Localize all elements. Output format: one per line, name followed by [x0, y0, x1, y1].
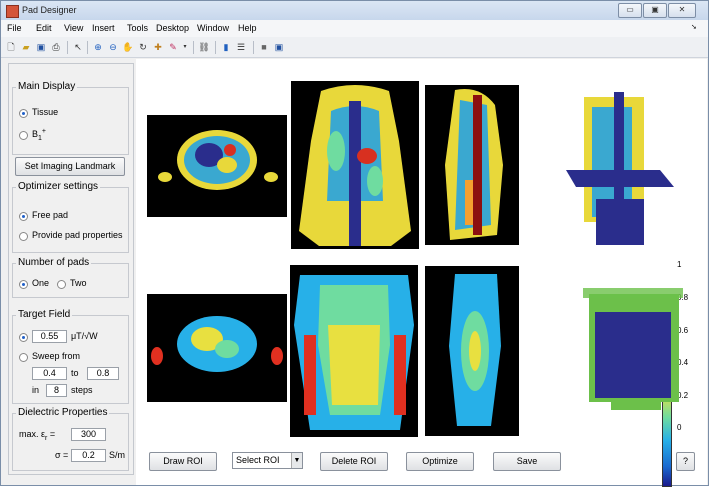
coronal-b1-map[interactable] — [290, 265, 418, 437]
colorbar-tick-0: 0 — [677, 423, 682, 432]
new-figure-icon[interactable]: 🗋 — [5, 41, 17, 53]
menu-window[interactable]: Window — [197, 23, 229, 33]
number-of-pads-title: Number of pads — [16, 257, 92, 268]
menu-view[interactable]: View — [64, 23, 83, 33]
target-field-group: Target Field 0.55 μT/√W Sweep from 0.4 t… — [12, 309, 129, 404]
axial-tissue-image[interactable] — [147, 115, 287, 217]
sweep-from-label: Sweep from — [32, 351, 81, 361]
menu-desktop[interactable]: Desktop — [156, 23, 189, 33]
optimize-button[interactable]: Optimize — [406, 452, 474, 471]
two-pads-radio[interactable] — [57, 280, 66, 289]
select-roi-dropdown[interactable]: Select ROI ▼ — [232, 452, 303, 469]
target-unit-label: μT/√W — [71, 331, 98, 341]
save-button[interactable]: Save — [493, 452, 561, 471]
b1-radio[interactable] — [19, 131, 28, 140]
target-value-field[interactable]: 0.55 — [32, 330, 67, 343]
target-field-title: Target Field — [16, 309, 73, 320]
main-display-title: Main Display — [16, 81, 78, 92]
epsilon-field[interactable]: 300 — [71, 428, 106, 441]
matlab-app-icon — [6, 5, 19, 18]
steps-label: steps — [71, 385, 93, 395]
main-display-group: Main Display Tissue B1+ — [12, 81, 129, 155]
zoom-in-icon[interactable]: ⊕ — [92, 41, 104, 53]
b1-label: B1+ — [32, 128, 47, 142]
provide-pad-properties-radio[interactable] — [19, 232, 28, 241]
one-pad-label: One — [32, 278, 50, 288]
select-roi-value: Select ROI — [236, 455, 280, 465]
tissue-radio[interactable] — [19, 109, 28, 118]
toolbar: 🗋 ▰ ▣ ⎙ ↖ ⊕ ⊖ ✋ ↻ ✚ ✎ ▾ ⛓ ▮ ☰ ■ ▣ — [1, 37, 708, 58]
show-plot-tools-icon[interactable]: ▣ — [273, 41, 285, 53]
number-of-pads-group: Number of pads One Two — [12, 257, 129, 298]
menu-insert[interactable]: Insert — [92, 23, 115, 33]
axial-b1-map[interactable] — [147, 294, 287, 402]
menu-help[interactable]: Help — [238, 23, 257, 33]
legend-icon[interactable]: ☰ — [235, 41, 247, 53]
toolbar-divider — [193, 41, 194, 54]
control-panel: Main Display Tissue B1+ Set Imaging Land… — [8, 63, 134, 475]
free-pad-label: Free pad — [32, 210, 69, 220]
menu-file[interactable]: File — [7, 23, 22, 33]
draw-roi-button[interactable]: Draw ROI — [149, 452, 217, 471]
help-button[interactable]: ? — [676, 452, 695, 471]
rotate-icon[interactable]: ↻ — [137, 41, 149, 53]
menu-bar: File Edit View Insert Tools Desktop Wind… — [1, 20, 708, 37]
sweep-radio[interactable] — [19, 353, 28, 362]
app-window: Pad Designer ▭ ▣ ✕ File Edit View Insert… — [0, 0, 709, 487]
maximize-button[interactable]: ▣ — [643, 3, 667, 18]
print-icon[interactable]: ⎙ — [50, 41, 62, 53]
sweep-to-label: to — [71, 368, 79, 378]
save-icon[interactable]: ▣ — [35, 41, 47, 53]
pointer-icon[interactable]: ↖ — [72, 41, 84, 53]
two-pads-label: Two — [70, 278, 87, 288]
menu-tools[interactable]: Tools — [127, 23, 148, 33]
steps-in-label: in — [32, 385, 40, 395]
max-epsilon-label: max. εr = — [19, 429, 56, 442]
one-pad-radio[interactable] — [19, 280, 28, 289]
toolbar-divider — [253, 41, 254, 54]
sagittal-tissue-image[interactable] — [425, 85, 519, 245]
toolbar-divider — [67, 41, 68, 54]
pan-icon[interactable]: ✋ — [122, 41, 134, 53]
title-bar: Pad Designer ▭ ▣ ✕ — [1, 1, 708, 20]
3d-slice-view[interactable] — [562, 87, 682, 247]
sigma-field[interactable]: 0.2 — [71, 449, 106, 462]
free-pad-radio[interactable] — [19, 212, 28, 221]
sigma-unit-label: S/m — [109, 450, 126, 460]
sagittal-b1-map[interactable] — [425, 266, 519, 436]
brush-icon[interactable]: ✎ — [167, 41, 179, 53]
close-button[interactable]: ✕ — [668, 3, 696, 18]
menu-edit[interactable]: Edit — [36, 23, 52, 33]
fixed-target-radio[interactable] — [19, 333, 28, 342]
coronal-tissue-image[interactable] — [291, 81, 419, 249]
dielectric-properties-title: Dielectric Properties — [16, 407, 110, 418]
colorbar-icon[interactable]: ▮ — [220, 41, 232, 53]
optimizer-settings-group: Optimizer settings Free pad Provide pad … — [12, 181, 129, 253]
window-title: Pad Designer — [22, 5, 77, 15]
set-imaging-landmark-button[interactable]: Set Imaging Landmark — [15, 157, 125, 176]
tissue-label: Tissue — [32, 107, 59, 117]
colorbar-tick-1: 1 — [677, 260, 682, 269]
sweep-to-field[interactable]: 0.8 — [87, 367, 119, 380]
zoom-out-icon[interactable]: ⊖ — [107, 41, 119, 53]
dock-arrow-icon[interactable]: ➘ — [691, 23, 697, 31]
delete-roi-button[interactable]: Delete ROI — [320, 452, 388, 471]
open-icon[interactable]: ▰ — [20, 41, 32, 53]
data-cursor-icon[interactable]: ✚ — [152, 41, 164, 53]
toolbar-divider — [215, 41, 216, 54]
display-area: 1 0.8 0.6 0.4 0.2 0 Draw ROI Select ROI▼… — [136, 59, 707, 487]
dielectric-properties-group: Dielectric Properties max. εr = 300 σ = … — [12, 407, 129, 471]
hide-plot-tools-icon[interactable]: ■ — [258, 41, 270, 53]
chevron-down-icon[interactable]: ▾ — [179, 41, 191, 53]
sigma-label: σ = — [55, 450, 69, 460]
chevron-down-icon: ▼ — [291, 453, 302, 468]
provide-pad-properties-label: Provide pad properties — [32, 230, 123, 240]
3d-pad-view[interactable] — [581, 284, 687, 416]
link-icon[interactable]: ⛓ — [198, 41, 210, 53]
sweep-from-field[interactable]: 0.4 — [32, 367, 67, 380]
toolbar-divider — [87, 41, 88, 54]
minimize-button[interactable]: ▭ — [618, 3, 642, 18]
optimizer-settings-title: Optimizer settings — [16, 181, 101, 192]
steps-field[interactable]: 8 — [46, 384, 67, 397]
